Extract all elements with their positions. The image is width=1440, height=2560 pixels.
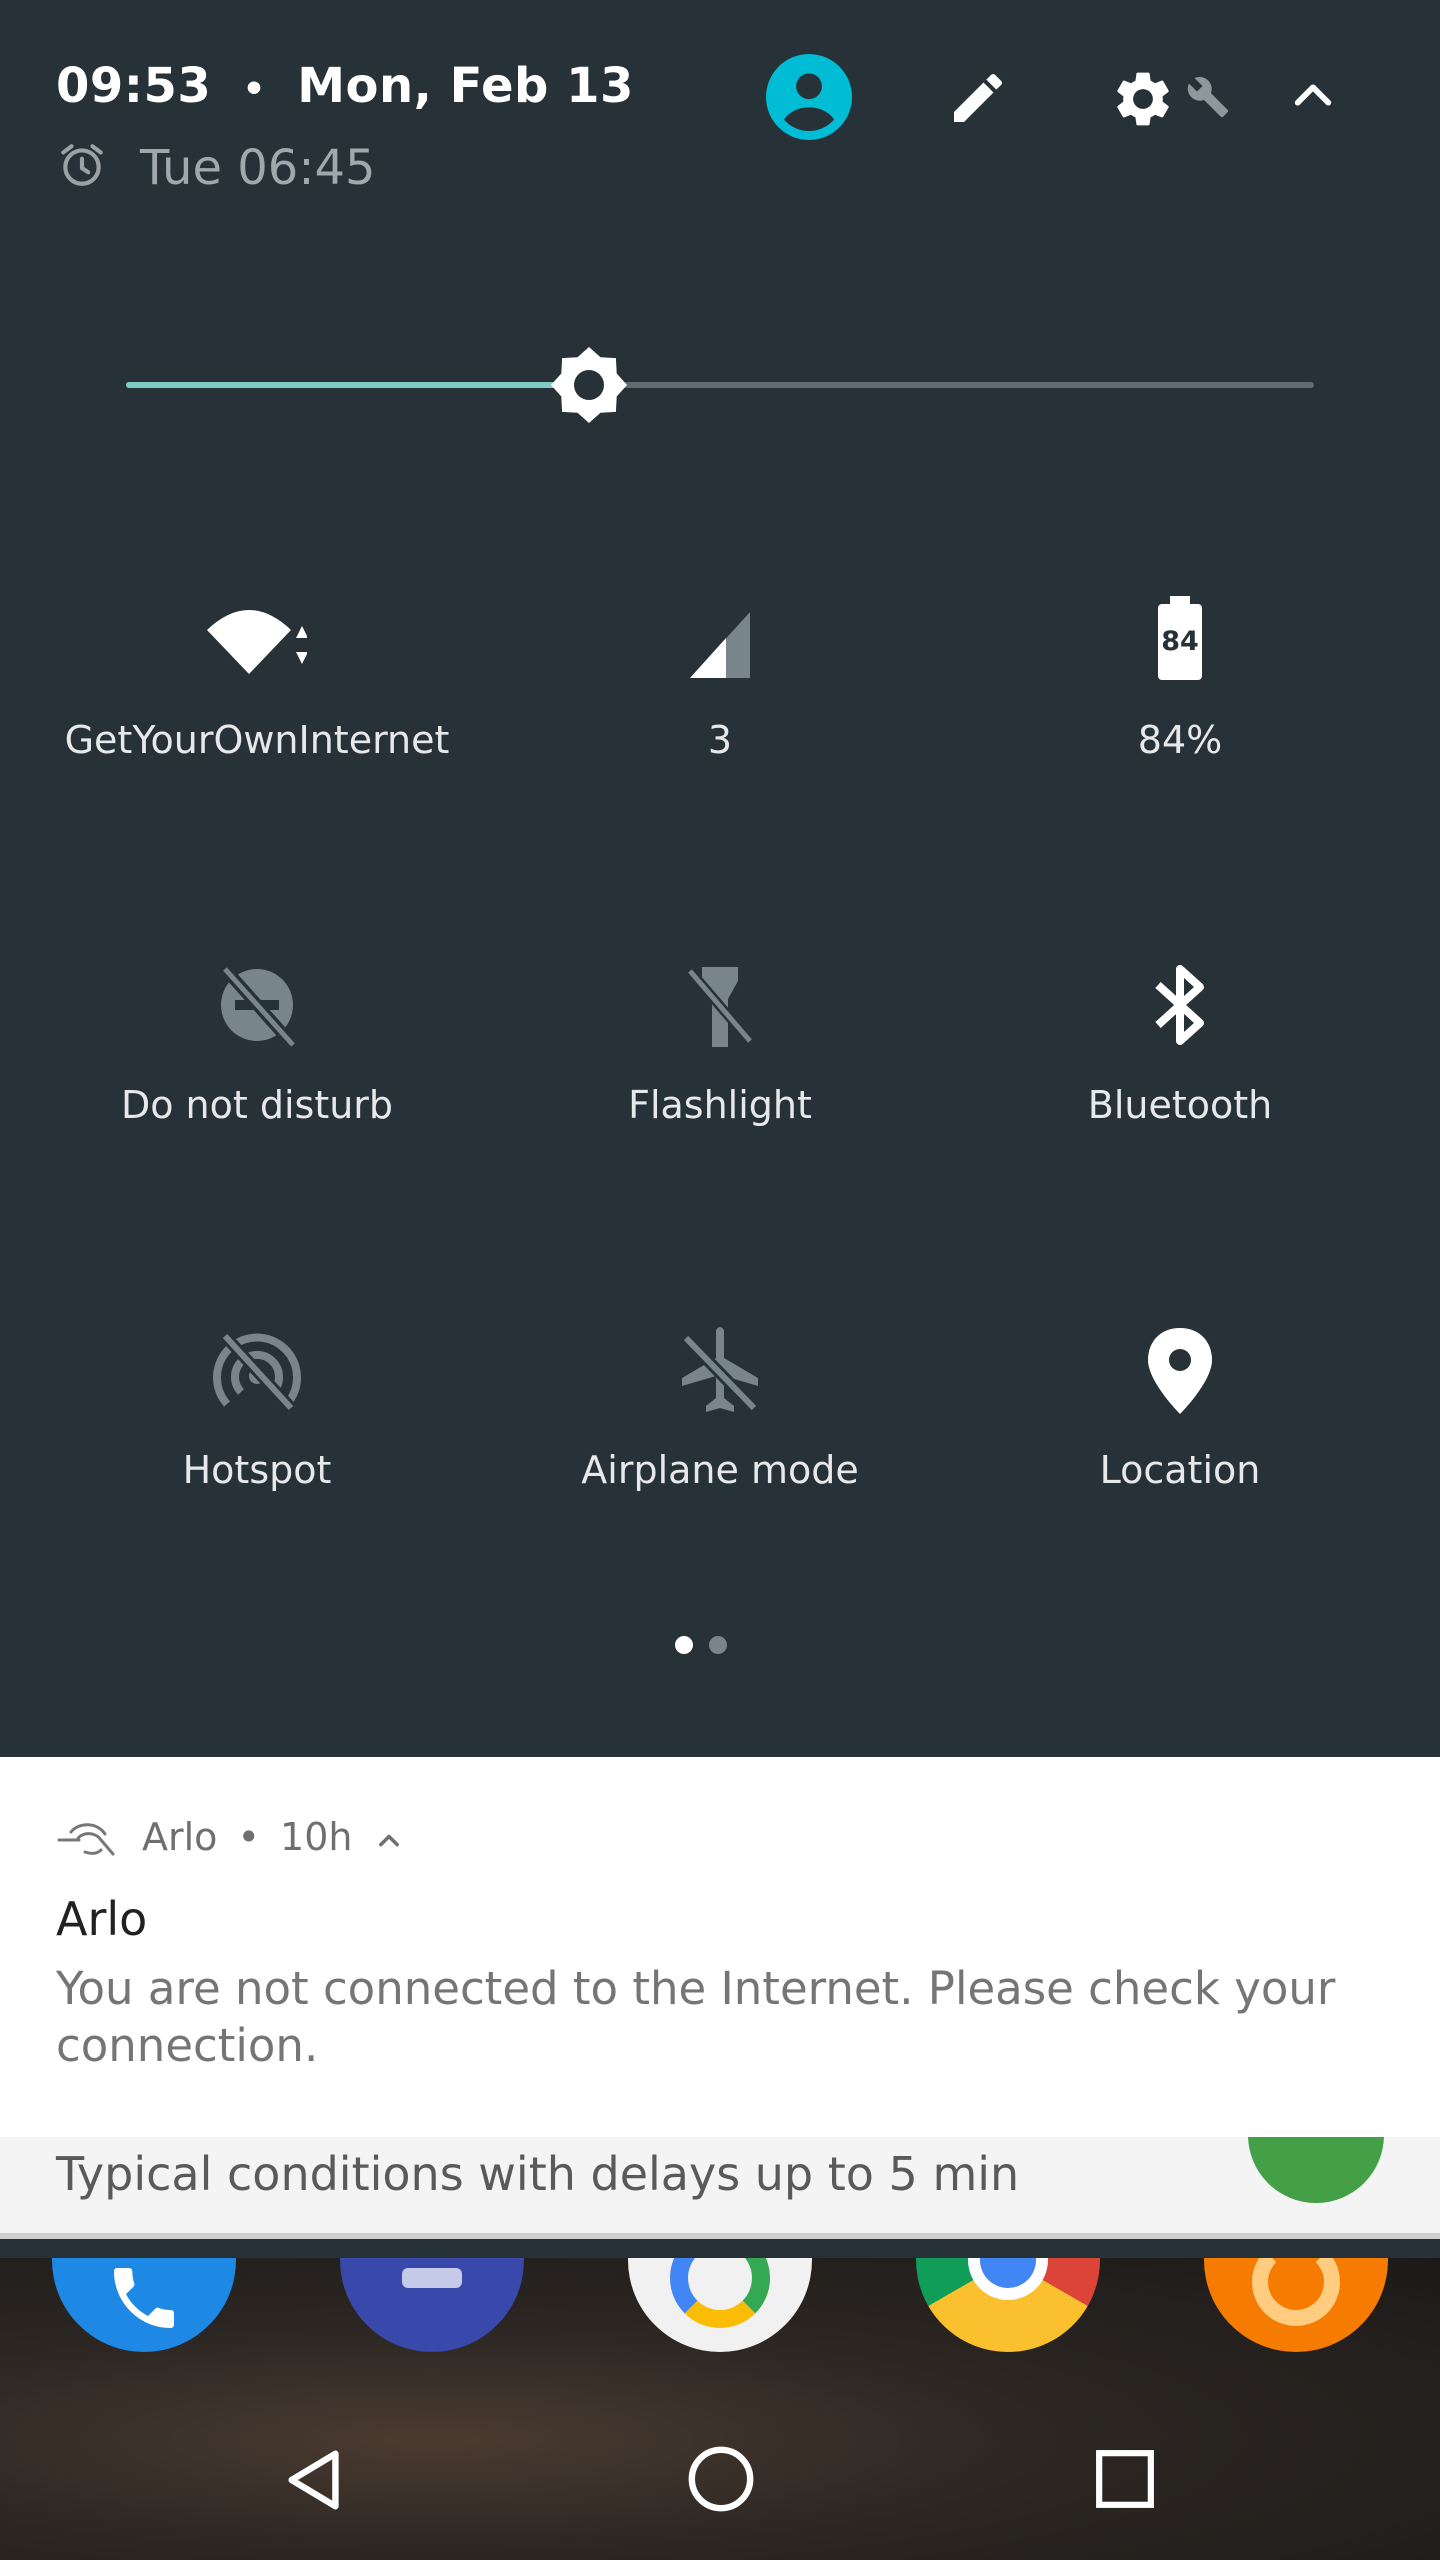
tile-bluetooth[interactable]: Bluetooth — [950, 955, 1410, 1275]
back-triangle-icon[interactable] — [280, 2442, 350, 2518]
google-g-icon — [670, 2258, 770, 2328]
tile-84[interactable]: 84 84% — [950, 590, 1410, 910]
brightness-slider[interactable] — [126, 335, 1314, 435]
gear-icon[interactable] — [1110, 66, 1176, 132]
svg-text:84: 84 — [1161, 626, 1199, 657]
chevron-up-icon[interactable] — [1290, 72, 1336, 118]
secondary-notification-card[interactable]: Typical conditions with delays up to 5 m… — [0, 2137, 1440, 2239]
notification-body: You are not connected to the Internet. P… — [56, 1962, 1336, 2072]
next-alarm-text[interactable]: Tue 06:45 — [140, 140, 376, 196]
tile-label: Location — [1099, 1448, 1261, 1492]
chrome-app-icon[interactable] — [916, 2258, 1100, 2352]
tile-flashlight[interactable]: Flashlight — [490, 955, 950, 1275]
separator-dot: • — [242, 68, 267, 110]
chevron-up-icon[interactable] — [375, 1826, 403, 1854]
date-text: Mon, Feb 13 — [297, 58, 634, 114]
battery-icon[interactable]: 84 — [1130, 590, 1230, 690]
wrench-icon — [1187, 77, 1229, 118]
tile-label: Hotspot — [182, 1448, 332, 1492]
pencil-icon[interactable] — [946, 66, 1010, 130]
account-circle-icon[interactable] — [766, 54, 852, 140]
brightness-track — [126, 347, 1314, 423]
wifi-icon[interactable] — [207, 590, 308, 690]
orange-app-glyph-icon — [1252, 2258, 1340, 2326]
tile-airplane-mode[interactable]: Airplane mode — [490, 1320, 950, 1640]
page-indicator — [675, 1636, 735, 1656]
phone-app-icon[interactable] — [52, 2258, 236, 2352]
date-time[interactable]: 09:53 • Mon, Feb 13 — [56, 58, 634, 114]
arlo-logo-icon — [57, 1823, 115, 1856]
tile-label: GetYourOwnInternet — [64, 718, 450, 762]
tile-label: Flashlight — [628, 1083, 812, 1127]
navigation-bar — [0, 2400, 1440, 2560]
quick-settings-panel: 09:53 • Mon, Feb 13 Tue 06:45 GetYourOwn… — [0, 0, 1440, 1757]
navigation-action-icon[interactable] — [1248, 2137, 1384, 2203]
tile-hotspot[interactable]: Hotspot — [27, 1320, 487, 1640]
notification-age: 10h — [280, 1815, 353, 1859]
message-bubble-icon — [402, 2268, 462, 2288]
recents-square-icon[interactable] — [1094, 2448, 1156, 2510]
home-circle-icon[interactable] — [686, 2444, 756, 2514]
phone-icon — [114, 2268, 174, 2328]
clock-time: 09:53 — [56, 58, 212, 114]
google-app-icon[interactable] — [628, 2258, 812, 2352]
notification-card[interactable] — [0, 1757, 1440, 2137]
location-pin-icon[interactable] — [1130, 1320, 1230, 1420]
tile-label: Bluetooth — [1087, 1083, 1273, 1127]
signal-icon[interactable] — [670, 590, 770, 690]
tile-getyourowninternet[interactable]: GetYourOwnInternet — [27, 590, 487, 910]
orange-app-icon[interactable] — [1204, 2258, 1388, 2352]
alarm-clock-icon — [61, 144, 103, 186]
messages-app-icon[interactable] — [340, 2258, 524, 2352]
notification-app-name: Arlo — [142, 1815, 218, 1859]
flashlight-off-icon[interactable] — [670, 955, 770, 1055]
brightness-thumb-icon[interactable] — [551, 347, 627, 423]
airplane-off-icon[interactable] — [670, 1320, 770, 1420]
tile-label: 84% — [1137, 718, 1223, 762]
tile-location[interactable]: Location — [950, 1320, 1410, 1640]
tile-do-not-disturb[interactable]: Do not disturb — [27, 955, 487, 1275]
tile-label: 3 — [707, 718, 733, 762]
page-dot-inactive — [709, 1636, 727, 1654]
tile-label: Do not disturb — [120, 1083, 394, 1127]
do-not-disturb-off-icon[interactable] — [207, 955, 307, 1055]
secondary-notification-text: Typical conditions with delays up to 5 m… — [56, 2147, 1020, 2201]
notification-dot: • — [237, 1815, 260, 1859]
notification-title: Arlo — [56, 1892, 148, 1946]
bluetooth-icon[interactable] — [1130, 955, 1230, 1055]
page-dot-active — [675, 1636, 693, 1654]
notification-header[interactable]: Arlo • 10h — [142, 1815, 403, 1859]
hotspot-off-icon[interactable] — [207, 1320, 307, 1420]
tile-label: Airplane mode — [581, 1448, 859, 1492]
tile-3[interactable]: 3 — [490, 590, 950, 910]
